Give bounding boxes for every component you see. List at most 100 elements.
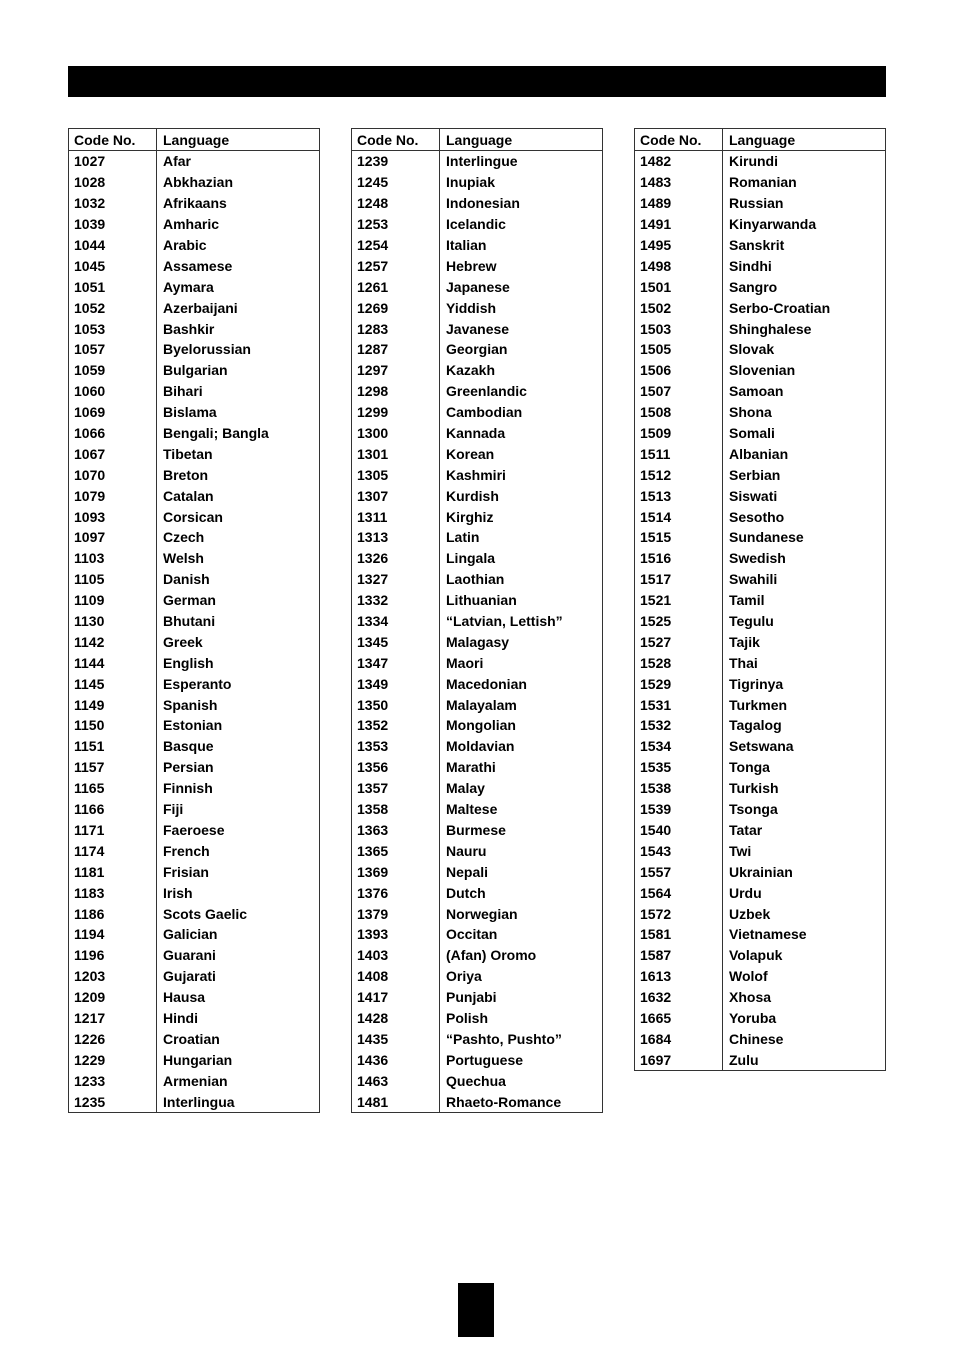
- language-code: 1529: [635, 673, 723, 695]
- language-name: Frisian: [163, 863, 209, 880]
- language-name: Sangro: [729, 278, 778, 295]
- language-code: 1613: [635, 965, 723, 987]
- language-code: 1428: [352, 1007, 440, 1029]
- language-name: Tigrinya: [729, 675, 784, 692]
- language-code: 1069: [69, 401, 157, 423]
- language-name: (Afan) Oromo: [446, 947, 537, 964]
- language-name: Kinyarwanda: [729, 216, 817, 233]
- section-title-bar: [68, 66, 886, 97]
- language-code: 1044: [69, 234, 157, 256]
- language-code: 1332: [352, 589, 440, 611]
- language-code: 1495: [635, 234, 723, 256]
- table-row: 1509 Somali: [635, 422, 885, 444]
- code-column-header: Code No.: [352, 129, 440, 150]
- language-name: Icelandic: [446, 216, 506, 233]
- language-name: Quechua: [446, 1072, 506, 1089]
- language-name: Tsonga: [729, 801, 778, 818]
- language-name: Kirghiz: [446, 508, 494, 525]
- language-name: Setswana: [729, 738, 794, 755]
- table-row: 1226 Croatian: [69, 1028, 319, 1050]
- language-name: Danish: [163, 571, 210, 588]
- language-code: 1109: [69, 589, 157, 611]
- table-row: 1257 Hebrew: [352, 255, 602, 277]
- language-code: 1525: [635, 610, 723, 632]
- language-code: 1463: [352, 1070, 440, 1092]
- table-row: 1299 Cambodian: [352, 401, 602, 423]
- language-code: 1358: [352, 798, 440, 820]
- language-name: Urdu: [729, 884, 762, 901]
- language-name: Javanese: [446, 320, 510, 337]
- language-code: 1097: [69, 527, 157, 548]
- table-row: 1665 Yoruba: [635, 1007, 885, 1029]
- table-row: 1332 Lithuanian: [352, 589, 602, 611]
- language-name: Tibetan: [163, 445, 213, 462]
- table-row: 1311 Kirghiz: [352, 506, 602, 528]
- table-row: 1032 Afrikaans: [69, 192, 319, 214]
- language-name: Lithuanian: [446, 592, 517, 609]
- language-code: 1515: [635, 527, 723, 548]
- language-code: 1572: [635, 903, 723, 924]
- table-row: 1157 Persian: [69, 756, 319, 778]
- language-code: 1587: [635, 944, 723, 966]
- language-name: Slovak: [729, 341, 775, 358]
- language-name: Punjabi: [446, 989, 497, 1006]
- language-code: 1297: [352, 359, 440, 381]
- language-name: Malagasy: [446, 633, 510, 650]
- language-code: 1326: [352, 547, 440, 569]
- language-name: Bhutani: [163, 613, 216, 630]
- language-code: 1527: [635, 631, 723, 653]
- table-row: 1145 Esperanto: [69, 673, 319, 695]
- language-code: 1066: [69, 422, 157, 444]
- language-name: Bulgarian: [163, 362, 228, 379]
- table-row: 1051 Aymara: [69, 276, 319, 298]
- code-column-header: Code No.: [69, 129, 157, 150]
- language-name: Shinghalese: [729, 320, 812, 337]
- language-name: Laothian: [446, 571, 505, 588]
- language-name: Romanian: [729, 174, 797, 191]
- language-name: Norwegian: [446, 905, 518, 922]
- table-row: 1109 German: [69, 589, 319, 611]
- table-row: 1495 Sanskrit: [635, 234, 885, 256]
- language-code: 1233: [69, 1070, 157, 1092]
- language-name: Ukrainian: [729, 863, 793, 880]
- language-name: Finnish: [163, 780, 213, 797]
- language-name: Irish: [163, 884, 193, 901]
- table-row: 1557 Ukrainian: [635, 861, 885, 883]
- table-header-row: Code No. Language: [69, 129, 319, 151]
- language-name: Chinese: [729, 1030, 784, 1047]
- language-name: Serbo-Croatian: [729, 299, 831, 316]
- language-column-header: Language: [446, 131, 513, 148]
- language-name: Esperanto: [163, 675, 232, 692]
- language-code: 1505: [635, 339, 723, 360]
- language-code: 1142: [69, 631, 157, 653]
- table-row: 1027 Afar: [69, 151, 319, 172]
- table-row: 1209 Hausa: [69, 986, 319, 1008]
- language-code: 1483: [635, 171, 723, 193]
- language-code: 1408: [352, 965, 440, 987]
- language-code: 1145: [69, 673, 157, 695]
- language-code-table-2: Code No. Language 1239 Interlingue 1245 Inu…: [351, 128, 603, 1113]
- language-name: Hausa: [163, 989, 206, 1006]
- language-name: Wolof: [729, 968, 768, 985]
- language-code: 1327: [352, 568, 440, 590]
- language-code: 1535: [635, 756, 723, 778]
- language-code: 1257: [352, 255, 440, 277]
- language-name: Abkhazian: [163, 174, 234, 191]
- language-name: Mongolian: [446, 717, 516, 734]
- table-row: 1352 Mongolian: [352, 715, 602, 736]
- table-row: 1363 Burmese: [352, 819, 602, 841]
- language-code: 1039: [69, 213, 157, 235]
- language-name: Amharic: [163, 216, 220, 233]
- language-code: 1697: [635, 1049, 723, 1071]
- table-row: 1261 Japanese: [352, 276, 602, 298]
- language-name: Czech: [163, 529, 205, 546]
- language-name: Sundanese: [729, 529, 804, 546]
- table-row: 1527 Tajik: [635, 631, 885, 653]
- table-row: 1052 Azerbaijani: [69, 297, 319, 319]
- table-row: 1079 Catalan: [69, 485, 319, 507]
- language-name: Dutch: [446, 884, 486, 901]
- language-code: 1632: [635, 986, 723, 1008]
- table-row: 1283 Javanese: [352, 318, 602, 340]
- table-row: 1376 Dutch: [352, 882, 602, 904]
- language-code: 1509: [635, 422, 723, 444]
